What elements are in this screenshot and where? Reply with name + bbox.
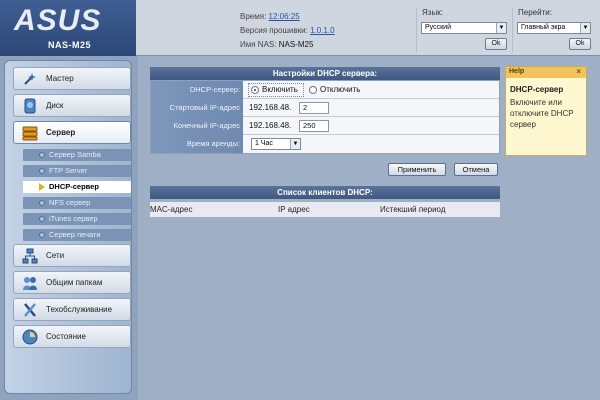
end-ip-prefix: 192.168.48. [249, 121, 292, 130]
goto-group: Перейти: Главный экра ▼ Ok [512, 8, 598, 52]
wizard-icon [24, 73, 36, 85]
goto-select[interactable]: Главный экра ▼ [517, 22, 591, 34]
language-select[interactable]: Русский ▼ [421, 22, 507, 34]
sidebar-item-label: Сервер [46, 128, 76, 137]
dhcp-settings-table: DHCP-сервер: Включить Отключить Стартовы… [150, 80, 500, 154]
language-select-value: Русский [425, 24, 451, 31]
firmware-link[interactable]: 1.0.1.0 [310, 26, 334, 35]
subitem-nfs[interactable]: NFS сервер [23, 197, 131, 209]
time-row: Время: 12:06:25 [240, 12, 300, 21]
time-link[interactable]: 12:06:25 [269, 12, 300, 21]
subitem-dhcp[interactable]: DHCP-сервер [23, 181, 131, 193]
sidebar-item-shared-folders[interactable]: Общим папкам [13, 271, 131, 294]
column-elapsed: Истекший период [380, 205, 446, 214]
asus-logo: ASUS [14, 4, 102, 37]
sidebar: Мастер Диск Сервер Сервер Samba FTP Serv… [4, 60, 132, 394]
bullet-icon [39, 168, 45, 174]
start-ip-row: Стартовый IP-адрес 192.168.48. 2 [151, 99, 499, 117]
help-title: Help [509, 68, 525, 75]
lease-time-value: 1 Час [255, 140, 273, 147]
network-icon [22, 248, 38, 264]
lease-time-select[interactable]: 1 Час ▼ [251, 138, 301, 150]
chevron-down-icon: ▼ [580, 23, 590, 33]
lease-time-label: Время аренды: [151, 135, 243, 153]
enable-label[interactable]: Включить [262, 81, 298, 99]
language-label: Язык: [422, 8, 443, 17]
model-name: NAS-M25 [48, 40, 92, 50]
nas-name-value: NAS-M25 [278, 40, 314, 49]
chevron-down-icon: ▼ [496, 23, 506, 33]
sidebar-item-label: Техобслуживание [46, 305, 113, 314]
column-ip: IP адрес [278, 205, 310, 214]
shared-folders-icon [23, 277, 37, 290]
start-ip-prefix: 192.168.48. [249, 103, 292, 112]
bullet-icon [39, 200, 45, 206]
sidebar-item-status[interactable]: Состояние [13, 325, 131, 348]
subitem-label: DHCP-сервер [49, 182, 99, 191]
chevron-down-icon: ▼ [290, 139, 300, 149]
start-ip-label: Стартовый IP-адрес [151, 99, 243, 117]
help-titlebar: Help × [506, 67, 586, 78]
apply-button[interactable]: Применить [388, 163, 446, 176]
nas-name-row: Имя NAS: NAS-M25 [240, 40, 313, 49]
dhcp-server-label: DHCP-сервер: [151, 81, 243, 99]
goto-label: Перейти: [518, 8, 552, 17]
header: ASUS NAS-M25 Время: 12:06:25 Версия прош… [0, 0, 600, 56]
start-ip-input[interactable]: 2 [299, 102, 329, 114]
dhcp-clients-table-header: MAC-адрес IP адрес Истекший период [150, 202, 500, 218]
subitem-itunes[interactable]: iTunes сервер [23, 213, 131, 225]
subitem-label: FTP Server [49, 166, 88, 175]
sidebar-item-disk[interactable]: Диск [13, 94, 131, 117]
subitem-label: iTunes сервер [49, 214, 98, 223]
disk-icon [24, 98, 36, 114]
dhcp-settings-title: Настройки DHCP сервера: [150, 67, 500, 80]
dhcp-clients-title: Список клиентов DHCP: [150, 186, 500, 199]
goto-ok-button[interactable]: Ok [569, 38, 591, 50]
end-ip-label: Конечный IP-адрес [151, 117, 243, 135]
subitem-label: Сервер Samba [49, 150, 101, 159]
column-mac: MAC-адрес [150, 205, 193, 214]
help-heading: DHCP-сервер [510, 85, 564, 94]
help-text: Включите или отключите DHCP сервер [510, 98, 574, 129]
sidebar-item-network[interactable]: Сети [13, 244, 131, 267]
firmware-row: Версия прошивки: 1.0.1.0 [240, 26, 335, 35]
status-icon [22, 329, 38, 345]
dhcp-server-row: DHCP-сервер: Включить Отключить [151, 81, 499, 99]
language-ok-button[interactable]: Ok [485, 38, 507, 50]
nas-name-label: Имя NAS: [240, 40, 277, 49]
sidebar-item-label: Диск [46, 101, 64, 110]
sidebar-item-maintenance[interactable]: Техобслуживание [13, 298, 131, 321]
subitem-ftp[interactable]: FTP Server [23, 165, 131, 177]
sidebar-item-label: Сети [46, 251, 65, 260]
sidebar-item-label: Общим папкам [46, 278, 103, 287]
lease-time-row: Время аренды: 1 Час ▼ [151, 135, 499, 153]
enable-radio[interactable] [251, 86, 259, 94]
subitem-print[interactable]: Сервер печати [23, 229, 131, 241]
maintenance-icon [24, 303, 36, 317]
time-label: Время: [240, 12, 267, 21]
subitem-samba[interactable]: Сервер Samba [23, 149, 131, 161]
disable-label[interactable]: Отключить [320, 81, 360, 99]
sidebar-item-label: Мастер [46, 74, 74, 83]
logo-area: ASUS NAS-M25 [0, 0, 136, 56]
end-ip-row: Конечный IP-адрес 192.168.48. 250 [151, 117, 499, 135]
sidebar-item-label: Состояние [46, 332, 86, 341]
server-icon [22, 126, 38, 141]
sidebar-item-wizard[interactable]: Мастер [13, 67, 131, 90]
goto-select-value: Главный экра [521, 24, 566, 31]
help-panel: Help × DHCP-сервер Включите или отключит… [505, 66, 587, 156]
sidebar-item-server[interactable]: Сервер [13, 121, 131, 144]
subitem-label: NFS сервер [49, 198, 91, 207]
close-icon[interactable]: × [576, 67, 581, 76]
firmware-label: Версия прошивки: [240, 26, 308, 35]
bullet-icon [39, 232, 45, 238]
bullet-icon [39, 216, 45, 222]
cancel-button[interactable]: Отмена [454, 163, 498, 176]
end-ip-input[interactable]: 250 [299, 120, 329, 132]
subitem-label: Сервер печати [49, 230, 101, 239]
language-group: Язык: Русский ▼ Ok [416, 8, 508, 52]
arrow-right-icon [39, 183, 45, 191]
disable-radio[interactable] [309, 86, 317, 94]
bullet-icon [39, 152, 45, 158]
